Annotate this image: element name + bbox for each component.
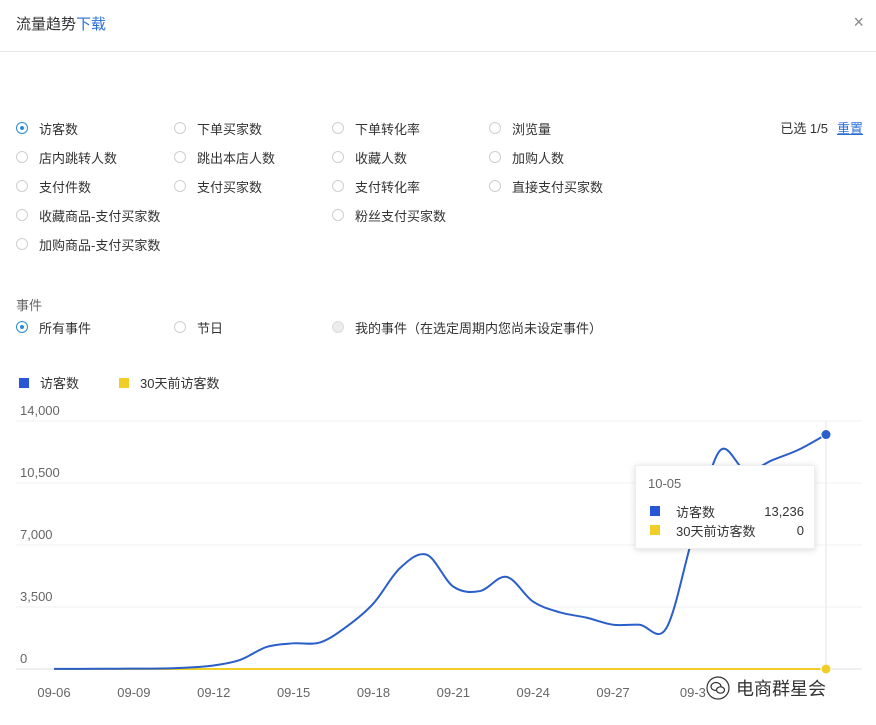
download-link[interactable]: 下载: [76, 16, 106, 33]
title-text: 流量趋势: [16, 16, 77, 33]
metric-option-0[interactable]: 访客数: [16, 118, 78, 138]
x-tick-label: 09-18: [357, 685, 390, 700]
metric-option-1[interactable]: 下单买家数: [174, 118, 262, 138]
legend-swatch-visitors-30d: [119, 377, 129, 388]
tooltip-swatch-visitors: [650, 506, 660, 516]
radio-unchecked-icon: [489, 151, 501, 163]
radio-unchecked-icon: [332, 151, 344, 163]
metric-option-5[interactable]: 跳出本店人数: [174, 147, 275, 167]
radio-unchecked-icon: [174, 122, 186, 134]
metric-option-label: 下单买家数: [197, 121, 263, 137]
x-tick-label: 09-12: [197, 685, 230, 700]
reset-button[interactable]: 重置: [837, 118, 863, 137]
metric-option-label: 支付件数: [39, 179, 92, 195]
radio-unchecked-icon: [174, 321, 186, 333]
metric-option-label: 下单转化率: [355, 121, 421, 137]
point-visitors-30d-last[interactable]: [820, 663, 832, 675]
legend-item-visitors[interactable]: 访客数: [19, 373, 79, 392]
metric-option-10[interactable]: 支付转化率: [332, 176, 420, 196]
legend-swatch-visitors: [19, 377, 29, 388]
event-option-label: 所有事件: [39, 320, 92, 336]
metric-option-label: 支付买家数: [197, 179, 263, 195]
metric-option-label: 访客数: [39, 121, 79, 137]
radio-unchecked-icon: [332, 122, 344, 134]
point-visitors-last[interactable]: [820, 429, 832, 441]
tooltip-row-visitors: 访客数 13,236: [650, 502, 804, 520]
y-tick-label: 3,500: [20, 589, 53, 604]
radio-checked-icon: [16, 122, 28, 134]
chart-tooltip: 10-05 访客数 13,236 30天前访客数 0: [635, 465, 815, 549]
radio-unchecked-icon: [174, 151, 186, 163]
metric-option-label: 加购商品-支付买家数: [39, 237, 161, 253]
tooltip-swatch-visitors-30d: [650, 525, 660, 535]
metric-option-2[interactable]: 下单转化率: [332, 118, 420, 138]
metric-option-label: 加购人数: [512, 150, 565, 166]
y-tick-label: 7,000: [20, 527, 53, 542]
metric-option-label: 粉丝支付买家数: [355, 208, 447, 224]
metric-option-label: 收藏人数: [355, 150, 408, 166]
metric-option-label: 收藏商品-支付买家数: [39, 208, 161, 224]
radio-checked-icon: [16, 321, 28, 333]
metric-option-4[interactable]: 店内跳转人数: [16, 147, 117, 167]
metric-option-label: 跳出本店人数: [197, 150, 276, 166]
radio-unchecked-icon: [16, 238, 28, 250]
radio-unchecked-icon: [174, 180, 186, 192]
metric-option-label: 店内跳转人数: [39, 150, 118, 166]
event-option-1[interactable]: 节日: [174, 317, 223, 337]
y-tick-label: 14,000: [20, 403, 60, 418]
metric-option-12[interactable]: 收藏商品-支付买家数: [16, 205, 160, 225]
wechat-icon: [706, 676, 730, 700]
radio-unchecked-icon: [16, 151, 28, 163]
radio-unchecked-icon: [489, 180, 501, 192]
metric-option-label: 浏览量: [512, 121, 552, 137]
tooltip-name-visitors: 访客数: [676, 504, 716, 520]
radio-unchecked-icon: [16, 180, 28, 192]
radio-unchecked-icon: [489, 122, 501, 134]
metric-option-7[interactable]: 加购人数: [489, 147, 564, 167]
x-tick-label: 09-24: [517, 685, 550, 700]
event-option-label: 我的事件（在选定周期内您尚未设定事件）: [355, 320, 603, 336]
watermark-text: 电商群星会: [736, 679, 826, 699]
metric-option-label: 直接支付买家数: [512, 179, 604, 195]
radio-unchecked-icon: [16, 209, 28, 221]
tooltip-date: 10-05: [648, 476, 682, 491]
metric-option-8[interactable]: 支付件数: [16, 176, 91, 196]
metric-option-6[interactable]: 收藏人数: [332, 147, 407, 167]
metric-option-13[interactable]: 粉丝支付买家数: [332, 205, 446, 225]
legend-item-visitors-30d[interactable]: 30天前访客数: [119, 373, 219, 392]
metric-option-11[interactable]: 直接支付买家数: [489, 176, 603, 196]
legend-label-visitors: 访客数: [40, 376, 80, 391]
x-tick-label: 09-09: [117, 685, 150, 700]
event-option-2: 我的事件（在选定周期内您尚未设定事件）: [332, 317, 602, 337]
legend-label-visitors-30d: 30天前访客数: [140, 376, 220, 391]
x-tick-label: 09-3: [680, 685, 706, 700]
dialog-header: 流量趋势下载 ×: [0, 0, 876, 52]
dialog-title: 流量趋势下载: [16, 13, 106, 34]
event-option-0[interactable]: 所有事件: [16, 317, 91, 337]
radio-unchecked-icon: [332, 209, 344, 221]
tooltip-value-visitors: 13,236: [764, 503, 804, 519]
radio-unchecked-icon: [332, 180, 344, 192]
radio-unchecked-icon: [332, 321, 344, 333]
x-tick-label: 09-21: [437, 685, 470, 700]
event-option-label: 节日: [197, 320, 224, 336]
metric-option-3[interactable]: 浏览量: [489, 118, 551, 138]
tooltip-value-visitors-30d: 0: [796, 522, 804, 538]
metric-option-14[interactable]: 加购商品-支付买家数: [16, 234, 160, 254]
y-tick-label: 10,500: [20, 465, 60, 480]
x-tick-label: 09-27: [596, 685, 629, 700]
tooltip-name-visitors-30d: 30天前访客数: [676, 523, 756, 539]
events-label: 事件: [16, 298, 43, 313]
close-icon[interactable]: ×: [853, 12, 864, 33]
watermark: 电商群星会: [706, 674, 826, 702]
x-tick-label: 09-06: [37, 685, 70, 700]
y-tick-label: 0: [20, 651, 27, 666]
x-tick-label: 09-15: [277, 685, 310, 700]
selected-count: 已选 1/5: [780, 121, 828, 136]
tooltip-row-visitors-30d: 30天前访客数 0: [650, 521, 804, 539]
metric-option-label: 支付转化率: [355, 179, 421, 195]
metric-option-9[interactable]: 支付买家数: [174, 176, 262, 196]
